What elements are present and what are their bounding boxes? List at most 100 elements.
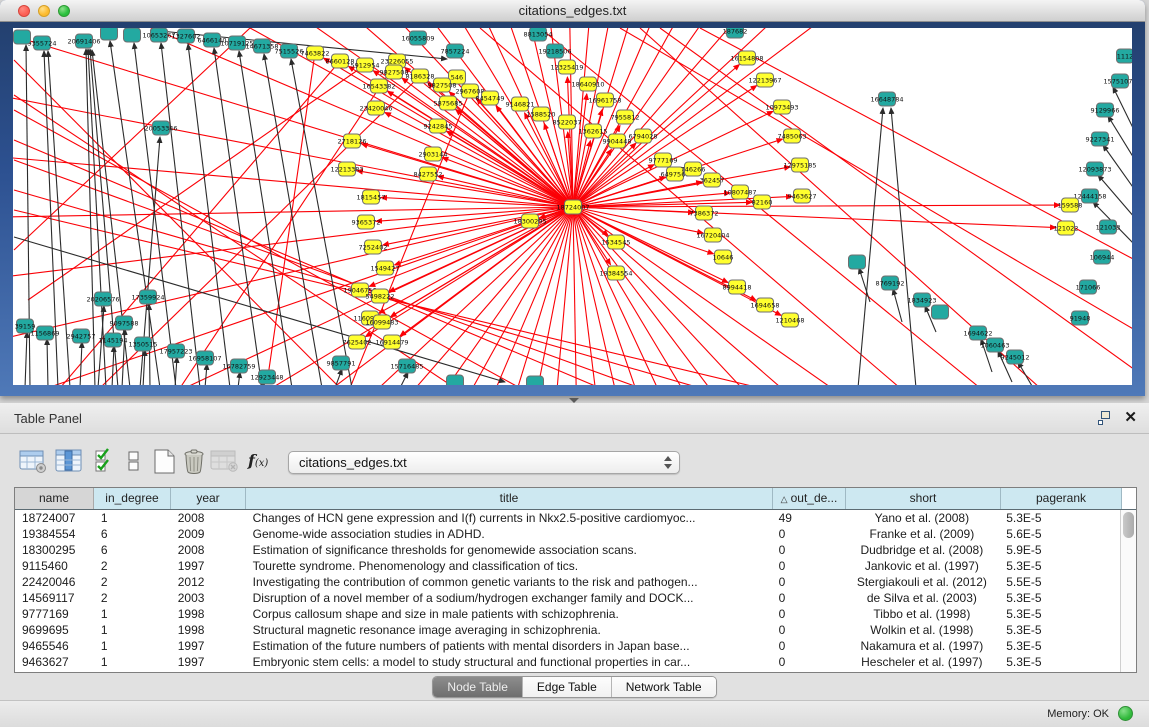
graph-node[interactable]: 1534545	[602, 235, 631, 249]
graph-node[interactable]: 7515526	[275, 44, 304, 58]
tab-node-table[interactable]: Node Table	[433, 677, 523, 697]
citation-graph[interactable]: 9355724206914061065326713276026466140107…	[13, 28, 1132, 385]
graph-node[interactable]: 7955812	[611, 110, 640, 124]
graph-node[interactable]: 16648784	[870, 92, 903, 106]
graph-node[interactable]: 16914479	[375, 335, 408, 349]
graph-node[interactable]: 12975185	[783, 158, 816, 172]
graph-node[interactable]: 9097588	[110, 316, 139, 330]
graph-node[interactable]: 9857791	[327, 356, 356, 370]
memory-status-icon[interactable]	[1118, 706, 1133, 721]
column-header-out-de-[interactable]: △out_de...	[773, 488, 846, 509]
table-vertical-scrollbar[interactable]	[1120, 510, 1136, 672]
table-selector-dropdown[interactable]: citations_edges.txt	[288, 451, 680, 474]
table-row[interactable]: 1830029562008Estimation of significance …	[15, 542, 1120, 558]
graph-node[interactable]: 12213383	[330, 162, 363, 176]
graph-node[interactable]: 16055809	[401, 31, 434, 45]
column-header-in-degree[interactable]: in_degree	[94, 488, 171, 509]
graph-node[interactable]: 5875685	[434, 96, 463, 110]
table-row[interactable]: 2242004622012Investigating the contribut…	[15, 574, 1120, 590]
window-titlebar[interactable]: citations_edges.txt	[0, 0, 1145, 22]
table-mode-icon[interactable]	[19, 448, 47, 474]
graph-node[interactable]: 20206576	[86, 292, 119, 306]
graph-node[interactable]: 121033	[1096, 220, 1121, 234]
table-row[interactable]: 969969511998Structural magnetic resonanc…	[15, 622, 1120, 638]
graph-node[interactable]: 16543382	[362, 79, 395, 93]
graph-node[interactable]: 746266	[681, 162, 706, 176]
column-header-short[interactable]: short	[846, 488, 1001, 509]
graph-node[interactable]	[932, 305, 949, 319]
graph-node[interactable]: 7485063	[778, 129, 807, 143]
graph-node[interactable]	[447, 375, 464, 385]
scrollbar-thumb[interactable]	[1123, 512, 1134, 538]
graph-node[interactable]: 10973493	[765, 100, 798, 114]
graph-node[interactable]: 16720404	[696, 228, 729, 242]
graph-node[interactable]: 12093873	[1078, 162, 1111, 176]
graph-node[interactable]: 1815457	[357, 190, 386, 204]
graph-node[interactable]: 19384554	[599, 266, 632, 280]
graph-node[interactable]: 9245012	[1001, 350, 1030, 364]
graph-node[interactable]: 171066	[1076, 280, 1101, 294]
graph-node[interactable]: 1588520	[527, 107, 556, 121]
graph-node[interactable]: 8813054	[524, 28, 553, 41]
create-column-icon[interactable]	[152, 448, 178, 476]
graph-node[interactable]: 362457	[700, 173, 725, 187]
graph-node[interactable]: 15716485	[390, 359, 423, 373]
graph-node[interactable]: 9129966	[1091, 103, 1120, 117]
column-header-pagerank[interactable]: pagerank	[1001, 488, 1122, 509]
table-row[interactable]: 911546021997Tourette syndrome. Phenomeno…	[15, 558, 1120, 574]
tab-edge-table[interactable]: Edge Table	[523, 677, 612, 697]
graph-node[interactable]: 9365372	[352, 215, 381, 229]
graph-node[interactable]: 10807487	[723, 185, 756, 199]
graph-node[interactable]	[849, 255, 866, 269]
graph-node[interactable]: 18640910	[571, 77, 604, 91]
table-row[interactable]: 1456911722003Disruption of a novel membe…	[15, 590, 1120, 606]
graph-node[interactable]: 12213967	[748, 73, 781, 87]
table-row[interactable]: 1938455462009Genome-wide association stu…	[15, 526, 1120, 542]
graph-node[interactable]: 23420046	[359, 101, 392, 115]
graph-node[interactable]: 9227341	[1086, 132, 1115, 146]
column-header-title[interactable]: title	[246, 488, 773, 509]
network-view[interactable]: 9355724206914061065326713276026466140107…	[13, 28, 1132, 385]
graph-node[interactable]	[14, 30, 31, 44]
close-panel-icon[interactable]: ✕	[1124, 408, 1137, 426]
graph-node[interactable]: 10646	[713, 250, 734, 264]
graph-node[interactable]: 8522037	[553, 115, 582, 129]
graph-node[interactable]	[527, 376, 544, 385]
column-header-name[interactable]: name	[15, 488, 94, 509]
graph-node[interactable]: 121022	[1054, 221, 1079, 235]
row-selection-icon[interactable]	[94, 448, 116, 474]
graph-node[interactable]: 8769192	[876, 276, 905, 290]
graph-node[interactable]: 159588	[1058, 198, 1083, 212]
graph-node[interactable]: 1327602	[172, 29, 201, 43]
graph-node[interactable]: 12923448	[250, 370, 283, 384]
graph-node[interactable]: 9146821	[506, 97, 535, 111]
rows-icon[interactable]	[127, 448, 141, 474]
column-header-year[interactable]: year	[171, 488, 246, 509]
tab-network-table[interactable]: Network Table	[612, 677, 716, 697]
graph-node[interactable]: 16154808	[730, 51, 763, 65]
graph-node[interactable]: 7252402	[359, 240, 388, 254]
graph-node[interactable]: 187682	[723, 28, 748, 38]
table-row[interactable]: 977716911998Corpus callosum shape and si…	[15, 606, 1120, 622]
table-row[interactable]: 946362711997Embryonic stem cells: a mode…	[15, 654, 1120, 670]
graph-node[interactable]: 9463627	[788, 189, 817, 203]
graph-node[interactable]: 20691406	[67, 34, 100, 48]
float-panel-icon[interactable]	[1098, 411, 1113, 425]
graph-node[interactable]: 82160	[752, 195, 773, 209]
function-builder-icon[interactable]: f(x)	[248, 451, 268, 470]
graph-node[interactable]: 15751074	[1103, 74, 1132, 88]
graph-node[interactable]: 1834923	[908, 293, 937, 307]
graph-node[interactable]: 6794028	[629, 129, 658, 143]
graph-node[interactable]	[101, 28, 118, 40]
graph-node[interactable]: 91948	[1070, 311, 1091, 325]
graph-node[interactable]: 1549427	[371, 261, 400, 275]
graph-node[interactable]: 16958107	[188, 351, 221, 365]
graph-node[interactable]: 19218506	[538, 44, 571, 58]
table-row[interactable]: 946554611997Estimation of the future num…	[15, 638, 1120, 654]
delete-column-icon[interactable]	[182, 448, 208, 476]
show-columns-icon[interactable]	[55, 448, 83, 474]
graph-node[interactable]: 1112	[1117, 49, 1133, 63]
graph-node[interactable]: 2942757	[67, 329, 96, 343]
graph-node[interactable]: 106944	[1090, 250, 1115, 264]
table-row[interactable]: 1872400712008Changes of HCN gene express…	[15, 510, 1120, 526]
